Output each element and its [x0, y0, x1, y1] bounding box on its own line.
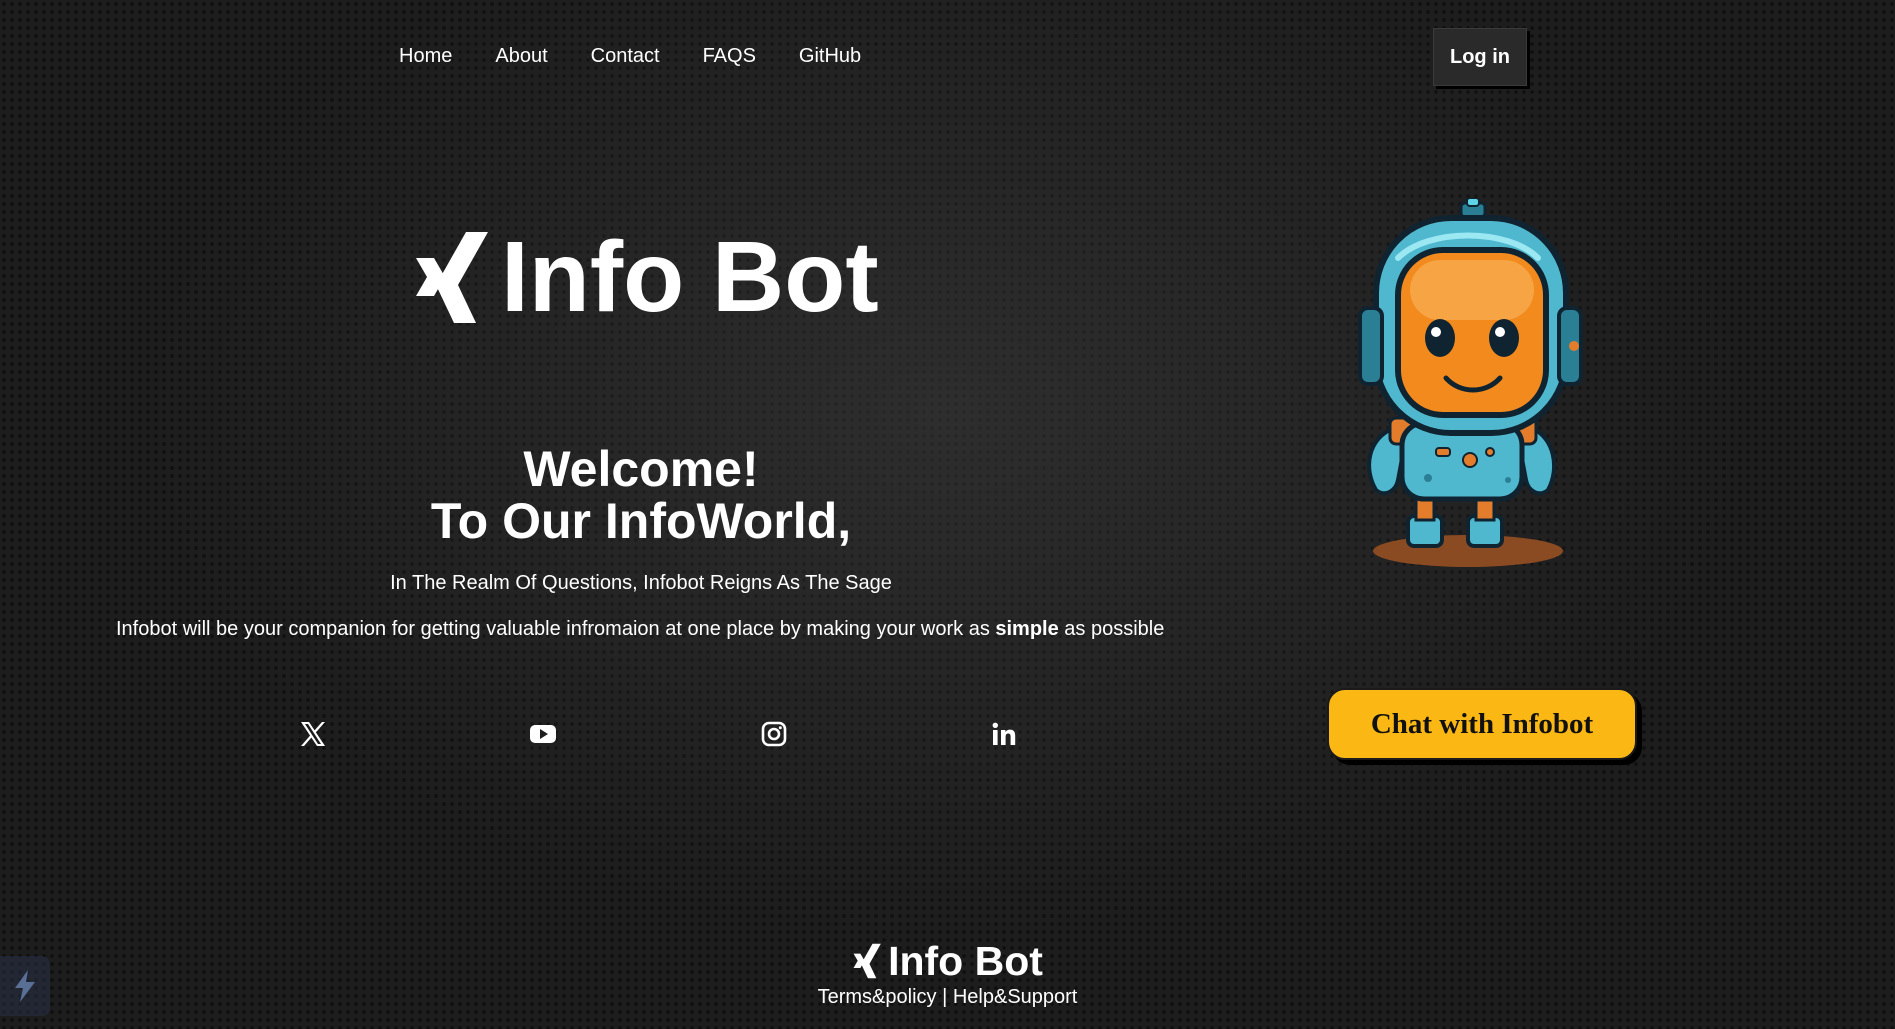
youtube-link[interactable]: [525, 716, 561, 752]
description-text-start: Infobot will be your companion for getti…: [116, 618, 996, 640]
help-support-link[interactable]: Help&Support: [953, 986, 1078, 1008]
nav-faqs-link[interactable]: FAQS: [703, 40, 756, 72]
nav-home-link[interactable]: Home: [399, 40, 452, 72]
description-bold-word: simple: [995, 618, 1059, 640]
description: Infobot will be your companion for getti…: [116, 615, 1166, 643]
linkedin-icon: [992, 722, 1016, 745]
youtube-icon: [530, 725, 556, 743]
welcome-heading: Welcome! To Our InfoWorld,: [0, 443, 1282, 547]
nav-about-link[interactable]: About: [495, 40, 547, 72]
hero-title: Info Bot: [501, 221, 879, 333]
x-twitter-icon: [301, 722, 325, 746]
chat-with-infobot-button[interactable]: Chat with Infobot: [1327, 688, 1637, 760]
footer-links: Terms&policy | Help&Support: [0, 984, 1895, 1010]
footer-title: Info Bot: [888, 938, 1043, 984]
linkedin-link[interactable]: [986, 716, 1022, 752]
welcome-line-1: Welcome!: [523, 441, 759, 497]
footer-logo: Info Bot: [0, 938, 1895, 984]
corner-widget[interactable]: [0, 956, 50, 1016]
terms-policy-link[interactable]: Terms&policy: [818, 986, 937, 1008]
hero-logo: Info Bot: [414, 222, 879, 332]
nav-github-link[interactable]: GitHub: [799, 40, 861, 72]
lightning-icon: [15, 970, 35, 1002]
robot-mascot-illustration: [1358, 198, 1583, 567]
xing-logo-icon: [853, 943, 881, 979]
instagram-link[interactable]: [756, 716, 792, 752]
instagram-icon: [761, 721, 787, 747]
x-twitter-link[interactable]: [295, 716, 331, 752]
footer-separator: |: [936, 986, 953, 1008]
xing-logo-icon: [416, 231, 488, 323]
description-text-end: as possible: [1058, 618, 1165, 640]
login-button[interactable]: Log in: [1433, 28, 1527, 86]
tagline: In The Realm Of Questions, Infobot Reign…: [390, 572, 892, 594]
nav-contact-link[interactable]: Contact: [591, 40, 660, 72]
top-nav: Home About Contact FAQS GitHub: [399, 40, 904, 72]
welcome-line-2: To Our InfoWorld,: [430, 493, 852, 549]
